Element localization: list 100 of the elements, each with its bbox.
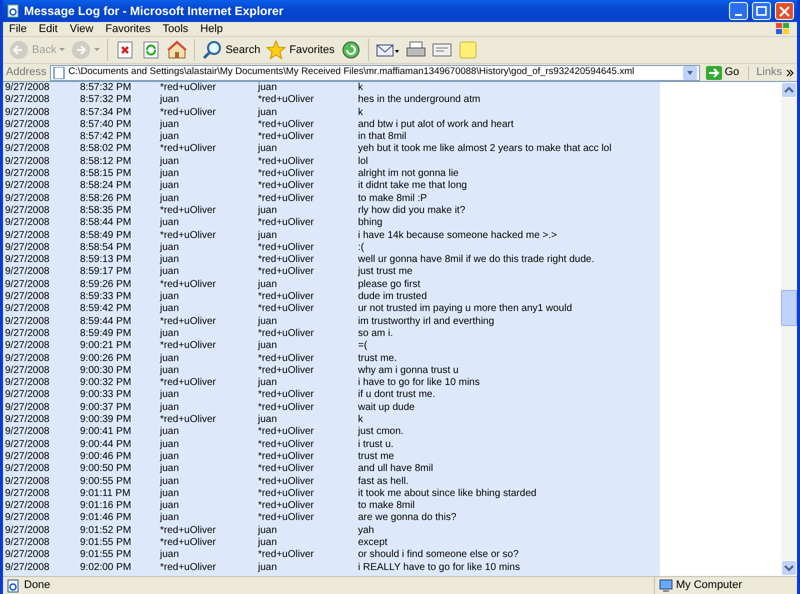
date-cell: 9/27/2008: [5, 364, 50, 376]
sender-cell: juan: [160, 131, 179, 142]
time-cell: 8:58:49 PM: [80, 230, 132, 241]
scroll-up-icon[interactable]: [781, 82, 797, 98]
sender-cell: juan: [160, 217, 179, 228]
recipient-cell: *red+uOliver: [258, 549, 314, 560]
date-cell: 9/27/2008: [5, 450, 50, 462]
recipient-cell: *red+uOliver: [258, 180, 314, 192]
recipient-cell: *red+uOliver: [258, 500, 314, 512]
links-button[interactable]: Links: [756, 64, 782, 81]
message-cell: and ull have 8mil: [358, 463, 434, 474]
recipient-cell: juan: [258, 340, 277, 352]
address-field[interactable]: C:\Documents and Settings\alastair\My Documents\My Received Files\mr.maffiaman1349670088\History\god_of_rs932420594645.xml: [50, 64, 700, 80]
recipient-cell: juan: [258, 377, 277, 388]
computer-icon: [659, 578, 673, 592]
message-cell: so am i.: [358, 328, 394, 339]
sender-cell: juan: [160, 549, 179, 560]
sender-cell: juan: [160, 500, 179, 512]
sender-cell: juan: [160, 291, 179, 302]
menu-item[interactable]: Help: [194, 20, 229, 38]
sender-cell: juan: [160, 254, 179, 266]
recipient-cell: *red+uOliver: [258, 266, 314, 278]
sender-cell: juan: [160, 118, 179, 130]
message-cell: i trust u.: [358, 438, 394, 450]
recipient-cell: juan: [258, 316, 277, 327]
time-cell: 8:58:44 PM: [80, 217, 132, 228]
menu-item[interactable]: File: [3, 20, 33, 38]
sender-cell: *red+uOliver: [160, 562, 216, 573]
sender-cell: juan: [160, 168, 179, 180]
recipient-cell: *red+uOliver: [258, 291, 314, 302]
time-cell: 8:58:24 PM: [80, 180, 132, 192]
sender-cell: juan: [160, 488, 179, 499]
maximize-button[interactable]: [752, 2, 771, 20]
time-cell: 9:02:00 PM: [80, 562, 132, 573]
recipient-cell: *red+uOliver: [258, 426, 314, 438]
message-cell: yeh but it took me like almost 2 years to make that acc lol: [358, 143, 612, 154]
recipient-cell: juan: [258, 230, 277, 241]
sender-cell: *red+uOliver: [160, 278, 216, 290]
recipient-cell: *red+uOliver: [258, 438, 314, 450]
close-button[interactable]: [775, 2, 794, 20]
date-cell: 9/27/2008: [5, 549, 50, 560]
time-cell: 8:57:34 PM: [80, 106, 132, 118]
sender-cell: juan: [160, 364, 179, 376]
date-cell: 9/27/2008: [5, 463, 50, 474]
message-cell: if u dont trust me.: [358, 389, 436, 400]
time-cell: 9:01:55 PM: [80, 549, 132, 560]
recipient-cell: *red+uOliver: [258, 94, 314, 106]
time-cell: 8:57:40 PM: [80, 118, 132, 130]
recipient-cell: *red+uOliver: [258, 402, 314, 413]
scrollbar-thumb[interactable]: [781, 290, 797, 326]
recipient-cell: juan: [258, 278, 277, 290]
date-cell: 9/27/2008: [5, 94, 50, 106]
scrollbar[interactable]: [781, 82, 797, 576]
sender-cell: juan: [160, 180, 179, 192]
date-cell: 9/27/2008: [5, 488, 50, 499]
menu-item[interactable]: Tools: [156, 20, 194, 38]
time-cell: 8:59:33 PM: [80, 291, 132, 302]
time-cell: 9:00:39 PM: [80, 414, 132, 426]
status-text: Done: [24, 578, 50, 594]
search-icon: [202, 40, 222, 60]
sender-cell: juan: [160, 94, 179, 106]
time-cell: 8:58:54 PM: [80, 242, 132, 253]
message-cell: wait up dude: [358, 402, 415, 413]
search-button[interactable]: Search: [200, 39, 262, 61]
caret-icon: [94, 48, 100, 52]
time-cell: 8:58:35 PM: [80, 204, 132, 216]
favorites-button[interactable]: Favorites: [264, 39, 337, 61]
home-button[interactable]: [165, 39, 190, 61]
recipient-cell: *red+uOliver: [258, 328, 314, 339]
message-cell: ur not trusted im paying u more then any1 would: [358, 303, 572, 314]
menu-item[interactable]: View: [64, 20, 100, 38]
scroll-down-icon[interactable]: [781, 560, 797, 576]
minimize-button[interactable]: [729, 2, 748, 20]
refresh-icon: [141, 40, 162, 60]
time-cell: 9:01:16 PM: [80, 500, 132, 512]
recipient-cell: *red+uOliver: [258, 131, 314, 142]
note-icon: [458, 40, 478, 60]
message-cell: bhing: [358, 217, 382, 228]
date-cell: 9/27/2008: [5, 303, 50, 314]
message-cell: trust me.: [358, 352, 397, 364]
message-cell: :(: [358, 242, 364, 253]
zone-text: My Computer: [676, 578, 742, 594]
menu-item[interactable]: Edit: [32, 20, 64, 38]
recipient-cell: *red+uOliver: [258, 254, 314, 266]
message-cell: =(: [358, 340, 368, 352]
windows-logo-icon: [775, 22, 791, 36]
recipient-cell: *red+uOliver: [258, 389, 314, 400]
date-cell: 9/27/2008: [5, 291, 50, 302]
message-cell: why am i gonna trust u: [358, 364, 459, 376]
go-button[interactable]: Go: [704, 63, 742, 82]
menu-item[interactable]: Favorites: [99, 20, 157, 38]
message-cell: except: [358, 536, 388, 548]
recipient-cell: juan: [258, 562, 277, 573]
recipient-cell: *red+uOliver: [258, 364, 314, 376]
date-cell: 9/27/2008: [5, 254, 50, 266]
date-cell: 9/27/2008: [5, 168, 50, 180]
message-cell: k: [358, 106, 363, 118]
date-cell: 9/27/2008: [5, 156, 50, 167]
recipient-cell: *red+uOliver: [258, 168, 314, 180]
recipient-cell: *red+uOliver: [258, 242, 314, 253]
